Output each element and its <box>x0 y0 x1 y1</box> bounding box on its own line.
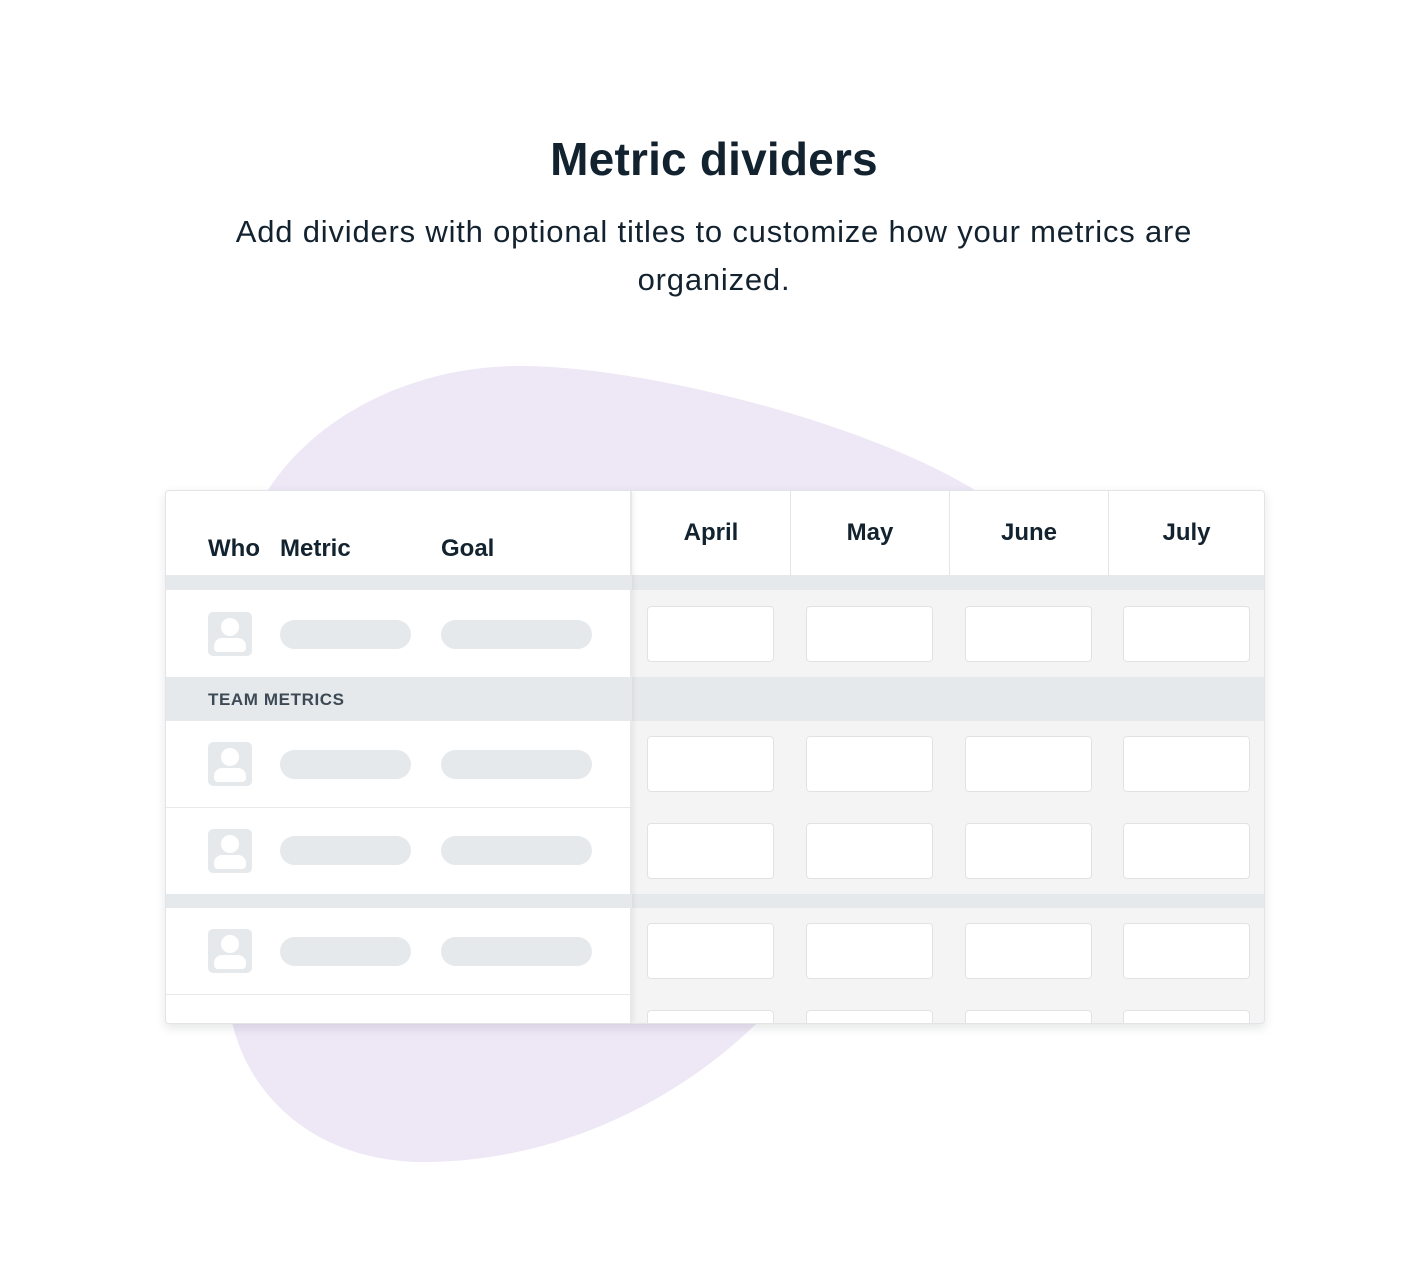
divider-title[interactable]: TEAM METRICS <box>208 690 345 710</box>
person-placeholder-icon[interactable] <box>208 929 252 973</box>
column-header-metric[interactable]: Metric <box>280 535 351 563</box>
goal-placeholder <box>441 750 592 779</box>
value-cell[interactable] <box>1123 923 1250 979</box>
value-cell[interactable] <box>647 923 774 979</box>
value-cell[interactable] <box>965 1010 1092 1023</box>
metric-name-placeholder <box>280 620 411 649</box>
page-title: Metric dividers <box>550 133 878 185</box>
value-cell[interactable] <box>806 923 933 979</box>
person-placeholder-icon[interactable] <box>208 612 252 656</box>
value-cell[interactable] <box>647 736 774 792</box>
value-cell[interactable] <box>1123 1010 1250 1023</box>
value-cell[interactable] <box>806 736 933 792</box>
metric-divider-blank[interactable] <box>166 894 630 908</box>
page-subtitle: Add dividers with optional titles to cus… <box>235 214 1193 297</box>
value-cell[interactable] <box>1123 606 1250 662</box>
value-cell[interactable] <box>647 823 774 879</box>
value-cell[interactable] <box>965 736 1092 792</box>
value-cell[interactable] <box>806 1010 933 1023</box>
metric-list-pane: Who Metric Goal TEAM METRICS <box>166 491 632 1023</box>
row-separator <box>166 807 630 808</box>
value-cell[interactable] <box>806 823 933 879</box>
month-header-may[interactable]: May <box>791 491 950 575</box>
value-cell[interactable] <box>1123 736 1250 792</box>
person-placeholder-icon[interactable] <box>208 742 252 786</box>
column-header-who[interactable]: Who <box>208 535 260 563</box>
scorecard-table: April May June July Who Metric Goal TEAM… <box>165 490 1265 1024</box>
value-cell[interactable] <box>647 606 774 662</box>
value-cell[interactable] <box>1123 823 1250 879</box>
metric-name-placeholder <box>280 836 411 865</box>
metric-name-placeholder <box>280 750 411 779</box>
month-header-june[interactable]: June <box>950 491 1109 575</box>
value-cell[interactable] <box>965 606 1092 662</box>
value-cell[interactable] <box>647 1010 774 1023</box>
value-cell[interactable] <box>965 923 1092 979</box>
header-divider <box>166 575 630 590</box>
month-header-april[interactable]: April <box>632 491 791 575</box>
column-header-goal[interactable]: Goal <box>441 535 494 563</box>
month-header-july[interactable]: July <box>1109 491 1264 575</box>
goal-placeholder <box>441 937 592 966</box>
metric-name-placeholder <box>280 937 411 966</box>
row-separator <box>166 994 630 995</box>
person-placeholder-icon[interactable] <box>208 829 252 873</box>
goal-placeholder <box>441 836 592 865</box>
value-cell[interactable] <box>806 606 933 662</box>
value-cell[interactable] <box>965 823 1092 879</box>
goal-placeholder <box>441 620 592 649</box>
